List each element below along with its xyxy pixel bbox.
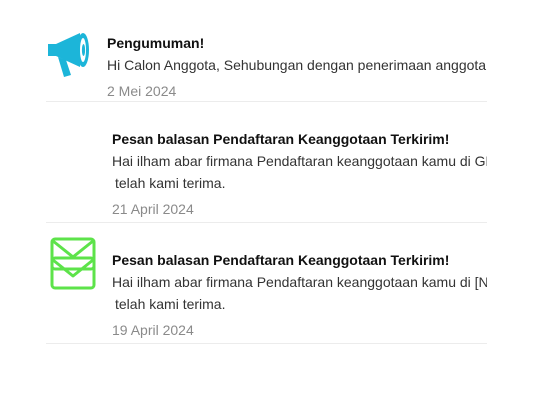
notification-message: Hai ilham abar firmana Pendaftaran keang… <box>112 153 487 169</box>
notification-message-line2: telah kami terima. <box>115 175 226 191</box>
notification-item[interactable]: Pesan balasan Pendaftaran Keanggotaan Te… <box>46 102 487 271</box>
notification-date: 2 Mei 2024 <box>107 83 177 99</box>
notification-message: Hai ilham abar firmana Pendaftaran keang… <box>112 274 487 290</box>
notification-title: Pesan balasan Pendaftaran Keanggotaan Te… <box>112 252 450 268</box>
notification-content: Pengumuman! Hi Calon Anggota, Sehubungan… <box>107 34 487 100</box>
notification-item[interactable]: Pengumuman! Hi Calon Anggota, Sehubungan… <box>46 0 487 102</box>
notification-date: 21 April 2024 <box>112 201 194 217</box>
notification-message-line2: telah kami terima. <box>115 296 226 312</box>
mail-icon <box>50 256 96 290</box>
notification-item[interactable]: Pesan balasan Pendaftaran Keanggotaan Te… <box>46 223 487 344</box>
notification-list: Pengumuman! Hi Calon Anggota, Sehubungan… <box>46 0 487 344</box>
megaphone-icon <box>46 30 92 78</box>
notification-date: 19 April 2024 <box>112 322 194 338</box>
notification-content: Pesan balasan Pendaftaran Keanggotaan Te… <box>112 130 487 218</box>
notification-title: Pesan balasan Pendaftaran Keanggotaan Te… <box>112 131 450 147</box>
notification-title: Pengumuman! <box>107 35 205 51</box>
notification-message: Hi Calon Anggota, Sehubungan dengan pene… <box>107 57 487 73</box>
notification-content: Pesan balasan Pendaftaran Keanggotaan Te… <box>112 251 487 339</box>
